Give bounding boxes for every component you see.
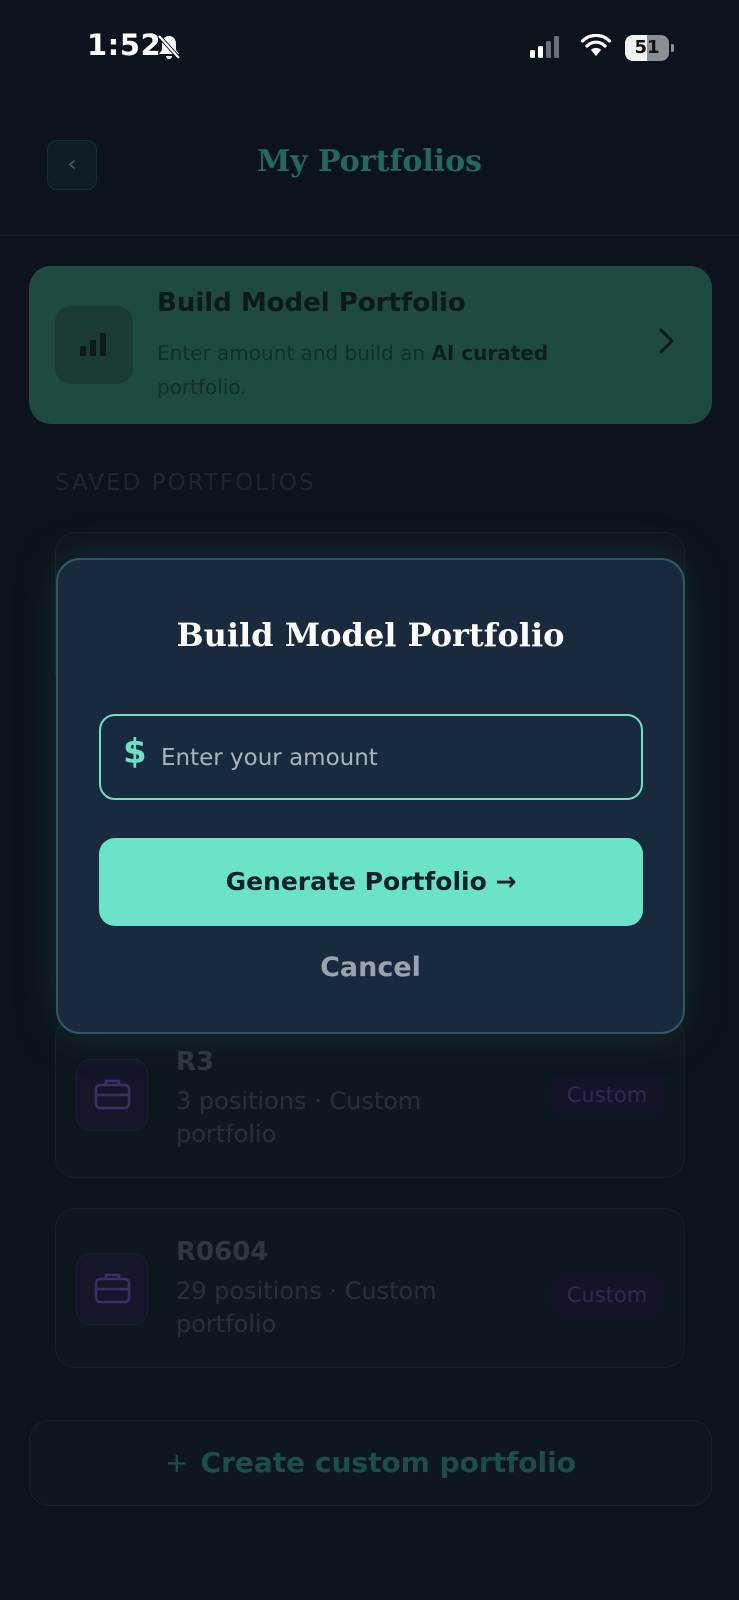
build-card-title: Build Model Portfolio: [157, 288, 466, 318]
signal-icon: [530, 36, 560, 62]
section-label-saved: SAVED PORTFOLIOS: [55, 470, 316, 496]
battery-level: 51: [634, 37, 660, 58]
create-custom-portfolio-button[interactable]: + Create custom portfolio: [29, 1420, 712, 1506]
page-title: My Portfolios: [256, 144, 483, 179]
status-bar: 1:52 51: [0, 0, 739, 100]
cancel-button[interactable]: Cancel: [58, 952, 683, 983]
bell-muted-icon: [157, 34, 181, 64]
saved-portfolio-card[interactable]: R3 3 positions · Custom portfolio Custom: [55, 1018, 685, 1178]
portfolio-name: R3: [176, 1047, 215, 1077]
portfolio-name: R0604: [176, 1237, 269, 1267]
amount-input[interactable]: [159, 734, 633, 782]
amount-field[interactable]: $: [99, 714, 643, 800]
custom-badge: Custom: [548, 1073, 666, 1117]
build-portfolio-modal: Build Model Portfolio $ Generate Portfol…: [56, 558, 685, 1034]
plus-icon: +: [165, 1446, 189, 1479]
build-model-portfolio-card[interactable]: Build Model Portfolio Enter amount and b…: [29, 266, 712, 424]
portfolio-meta: 29 positions · Custom portfolio: [176, 1277, 437, 1338]
wifi-icon: [580, 33, 612, 62]
generate-portfolio-button[interactable]: Generate Portfolio →: [99, 838, 643, 926]
dollar-icon: $: [123, 732, 147, 772]
create-label: Create custom portfolio: [200, 1446, 576, 1479]
modal-title: Build Model Portfolio: [176, 616, 565, 654]
build-card-description: Enter amount and build an AI curated por…: [157, 341, 549, 399]
briefcase-icon: [76, 1059, 148, 1131]
bar-chart-icon: [55, 306, 133, 384]
app-header: ‹ My Portfolios: [0, 120, 739, 236]
status-time: 1:52: [87, 28, 162, 62]
custom-badge: Custom: [548, 1273, 666, 1317]
portfolio-meta: 3 positions · Custom portfolio: [176, 1087, 422, 1148]
battery-icon: 51: [625, 35, 674, 61]
saved-portfolio-card[interactable]: R0604 29 positions · Custom portfolio Cu…: [55, 1208, 685, 1368]
briefcase-icon: [76, 1253, 148, 1325]
chevron-right-icon: [657, 326, 677, 364]
